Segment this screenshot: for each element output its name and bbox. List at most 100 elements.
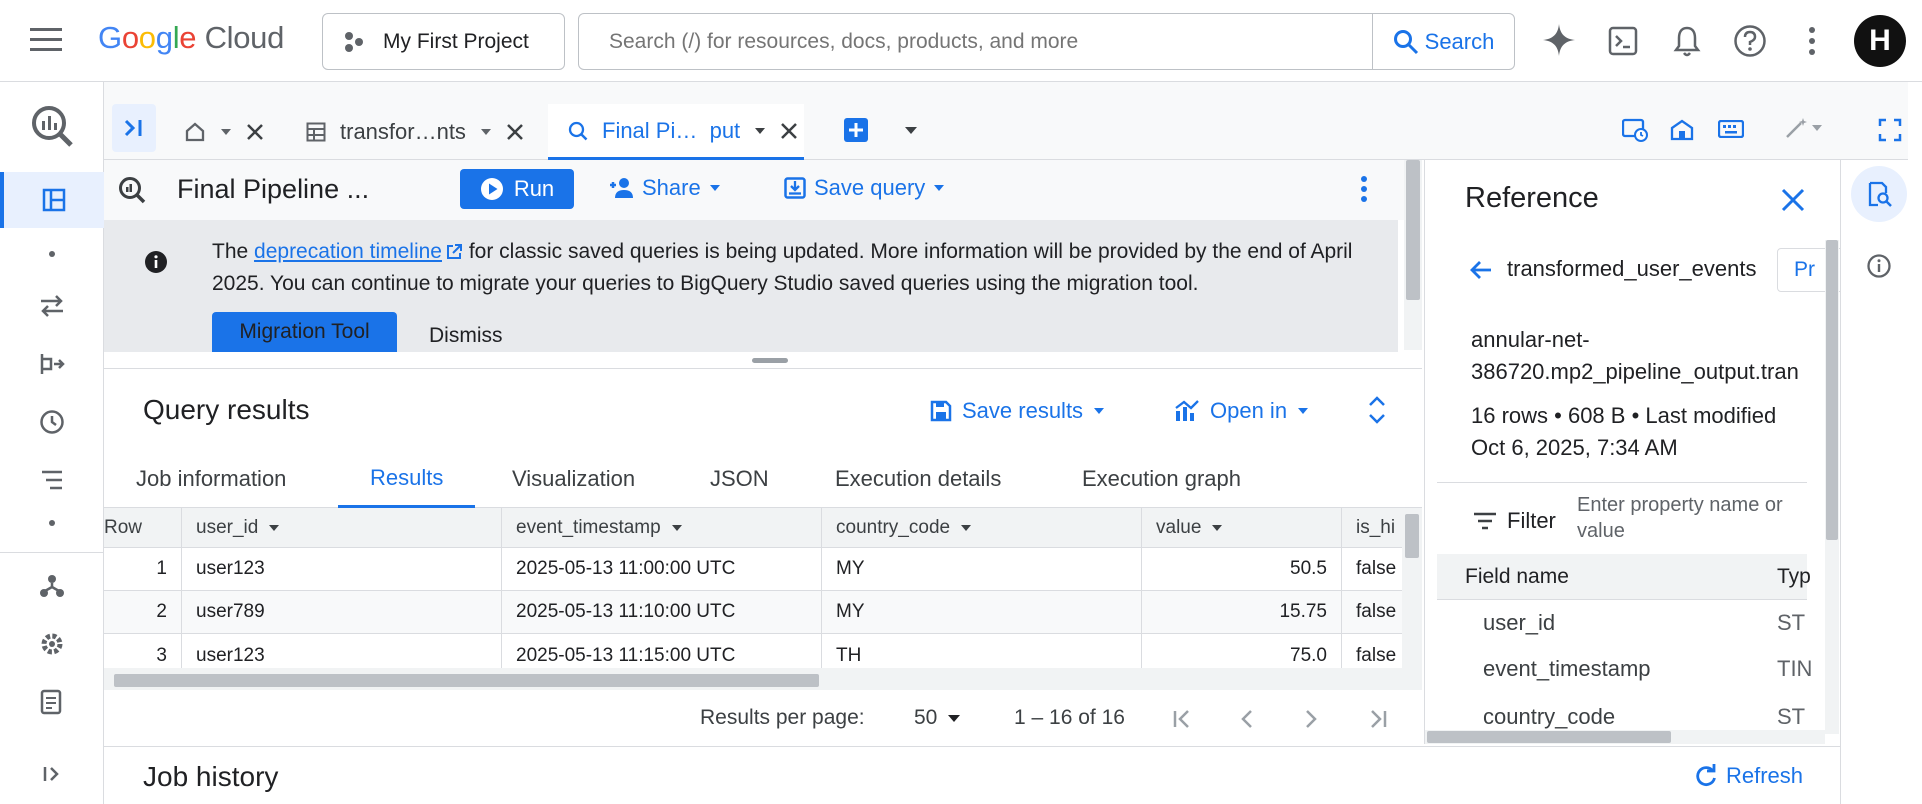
column-header-is-high[interactable]: is_hi — [1342, 508, 1402, 547]
table-horizontal-scrollbar[interactable] — [104, 668, 1422, 690]
close-icon[interactable] — [1781, 188, 1805, 212]
tab-final-pipeline-output[interactable]: Final Pi… put — [548, 104, 804, 160]
run-button[interactable]: Run — [460, 169, 574, 209]
previous-page-icon[interactable] — [1236, 708, 1258, 730]
tab-transformed-events[interactable]: transfor…nts — [306, 104, 524, 160]
keyboard-icon[interactable] — [1718, 120, 1744, 138]
tab-close-icon[interactable] — [780, 122, 798, 140]
tab-results[interactable]: Results — [338, 450, 476, 508]
table-cell[interactable]: TH — [822, 634, 1142, 668]
field-row-event-timestamp[interactable]: event_timestamp TIN — [1437, 646, 1812, 692]
back-arrow-icon[interactable] — [1469, 260, 1493, 280]
expand-rail-icon[interactable] — [0, 750, 104, 798]
column-header-country-code[interactable]: country_code — [822, 508, 1142, 547]
tab-execution-graph[interactable]: Execution graph — [1082, 450, 1241, 508]
tab-close-icon[interactable] — [246, 123, 264, 141]
table-cell[interactable]: user123 — [182, 548, 502, 590]
save-query-button[interactable]: Save query — [784, 175, 945, 201]
more-options-icon[interactable] — [1808, 26, 1816, 56]
building-icon[interactable] — [1670, 118, 1694, 142]
save-results-button[interactable]: Save results — [930, 398, 1105, 424]
sidebar-item-data-transfers[interactable] — [0, 282, 104, 330]
tab-dropdown-icon[interactable] — [220, 128, 232, 136]
expand-collapse-icon[interactable] — [1368, 396, 1386, 424]
table-cell[interactable]: MY — [822, 591, 1142, 633]
notifications-bell-icon[interactable] — [1672, 24, 1702, 58]
sort-dropdown-icon[interactable] — [1211, 524, 1223, 532]
info-outline-icon[interactable] — [1867, 254, 1891, 278]
column-header-event-timestamp[interactable]: event_timestamp — [502, 508, 822, 547]
sidebar-item-studio[interactable] — [0, 172, 104, 228]
share-button[interactable]: Share — [606, 175, 721, 201]
sidebar-item-pipelines[interactable] — [0, 340, 104, 388]
tab-json[interactable]: JSON — [710, 450, 769, 508]
table-vertical-scrollbar[interactable] — [1402, 508, 1422, 668]
editor-more-icon[interactable] — [1360, 175, 1368, 203]
sidebar-item-scheduled-queries[interactable] — [0, 398, 104, 446]
table-cell[interactable]: MY — [822, 548, 1142, 590]
sidebar-item-settings[interactable] — [0, 620, 104, 668]
search-button[interactable]: Search — [1372, 14, 1514, 69]
new-tab-dropdown-icon[interactable] — [904, 126, 918, 135]
first-page-icon[interactable] — [1172, 708, 1194, 730]
table-row[interactable]: 1 user123 2025-05-13 11:00:00 UTC MY 50.… — [104, 548, 1402, 591]
reference-vertical-scrollbar[interactable] — [1825, 240, 1839, 734]
last-page-icon[interactable] — [1366, 708, 1388, 730]
editor-resize-handle[interactable] — [752, 358, 788, 363]
open-in-button[interactable]: Open in — [1174, 398, 1309, 424]
expand-explorer-button[interactable] — [112, 104, 156, 152]
avatar[interactable]: H — [1854, 15, 1906, 67]
table-cell[interactable]: 50.5 — [1142, 548, 1342, 590]
results-per-page-select[interactable]: 50 — [914, 706, 961, 730]
field-row-country-code[interactable]: country_code ST — [1437, 692, 1807, 732]
table-cell[interactable]: false — [1342, 634, 1402, 668]
table-cell[interactable]: 2025-05-13 11:00:00 UTC — [502, 548, 822, 590]
filter-input[interactable]: Enter property name or value — [1577, 492, 1807, 544]
sidebar-item-workflows[interactable] — [0, 456, 104, 504]
help-icon[interactable] — [1733, 24, 1767, 58]
table-cell[interactable]: false — [1342, 591, 1402, 633]
sort-dropdown-icon[interactable] — [671, 524, 683, 532]
refresh-button[interactable]: Refresh — [1694, 763, 1803, 789]
table-cell[interactable]: 15.75 — [1142, 591, 1342, 633]
reference-horizontal-scrollbar[interactable] — [1425, 730, 1825, 744]
tab-execution-details[interactable]: Execution details — [835, 450, 1001, 508]
gemini-sparkle-icon[interactable] — [1542, 23, 1576, 57]
schedule-icon[interactable] — [1622, 118, 1648, 142]
sidebar-item-partner-center[interactable] — [0, 562, 104, 610]
search-input[interactable] — [579, 29, 1369, 54]
deprecation-timeline-link[interactable]: deprecation timeline — [254, 240, 442, 263]
job-history-title[interactable]: Job history — [143, 761, 278, 793]
table-row[interactable]: 2 user789 2025-05-13 11:10:00 UTC MY 15.… — [104, 591, 1402, 634]
field-row-user-id[interactable]: user_id ST — [1437, 600, 1807, 646]
table-cell[interactable]: 2025-05-13 11:10:00 UTC — [502, 591, 822, 633]
bigquery-logo-icon[interactable] — [0, 98, 104, 154]
table-cell[interactable]: 75.0 — [1142, 634, 1342, 668]
sort-dropdown-icon[interactable] — [960, 524, 972, 532]
tab-job-information[interactable]: Job information — [136, 450, 286, 508]
dismiss-button[interactable]: Dismiss — [429, 324, 503, 348]
sort-dropdown-icon[interactable] — [268, 524, 280, 532]
tab-dropdown-icon[interactable] — [480, 128, 492, 136]
tab-visualization[interactable]: Visualization — [512, 450, 635, 508]
sidebar-item-release-notes[interactable] — [0, 678, 104, 726]
editor-scrollbar[interactable] — [1404, 160, 1422, 350]
project-picker-button[interactable]: My First Project — [322, 13, 565, 70]
tab-close-icon[interactable] — [506, 123, 524, 141]
next-page-icon[interactable] — [1300, 708, 1322, 730]
column-header-user-id[interactable]: user_id — [182, 508, 502, 547]
query-title[interactable]: Final Pipeline ... — [177, 174, 369, 205]
table-row[interactable]: 3 user123 2025-05-13 11:15:00 UTC TH 75.… — [104, 634, 1402, 668]
tab-home[interactable] — [184, 104, 264, 160]
main-menu-icon[interactable] — [30, 26, 62, 54]
table-cell[interactable]: user123 — [182, 634, 502, 668]
table-cell[interactable]: user789 — [182, 591, 502, 633]
column-header-value[interactable]: value — [1142, 508, 1342, 547]
magic-wand-icon[interactable] — [1784, 116, 1824, 140]
migration-tool-button[interactable]: Migration Tool — [212, 312, 397, 352]
google-cloud-logo[interactable]: Google Cloud — [98, 20, 284, 56]
new-query-icon[interactable] — [844, 118, 868, 142]
tab-dropdown-icon[interactable] — [754, 127, 766, 135]
table-cell[interactable]: false — [1342, 548, 1402, 590]
cloud-shell-icon[interactable] — [1608, 26, 1638, 56]
